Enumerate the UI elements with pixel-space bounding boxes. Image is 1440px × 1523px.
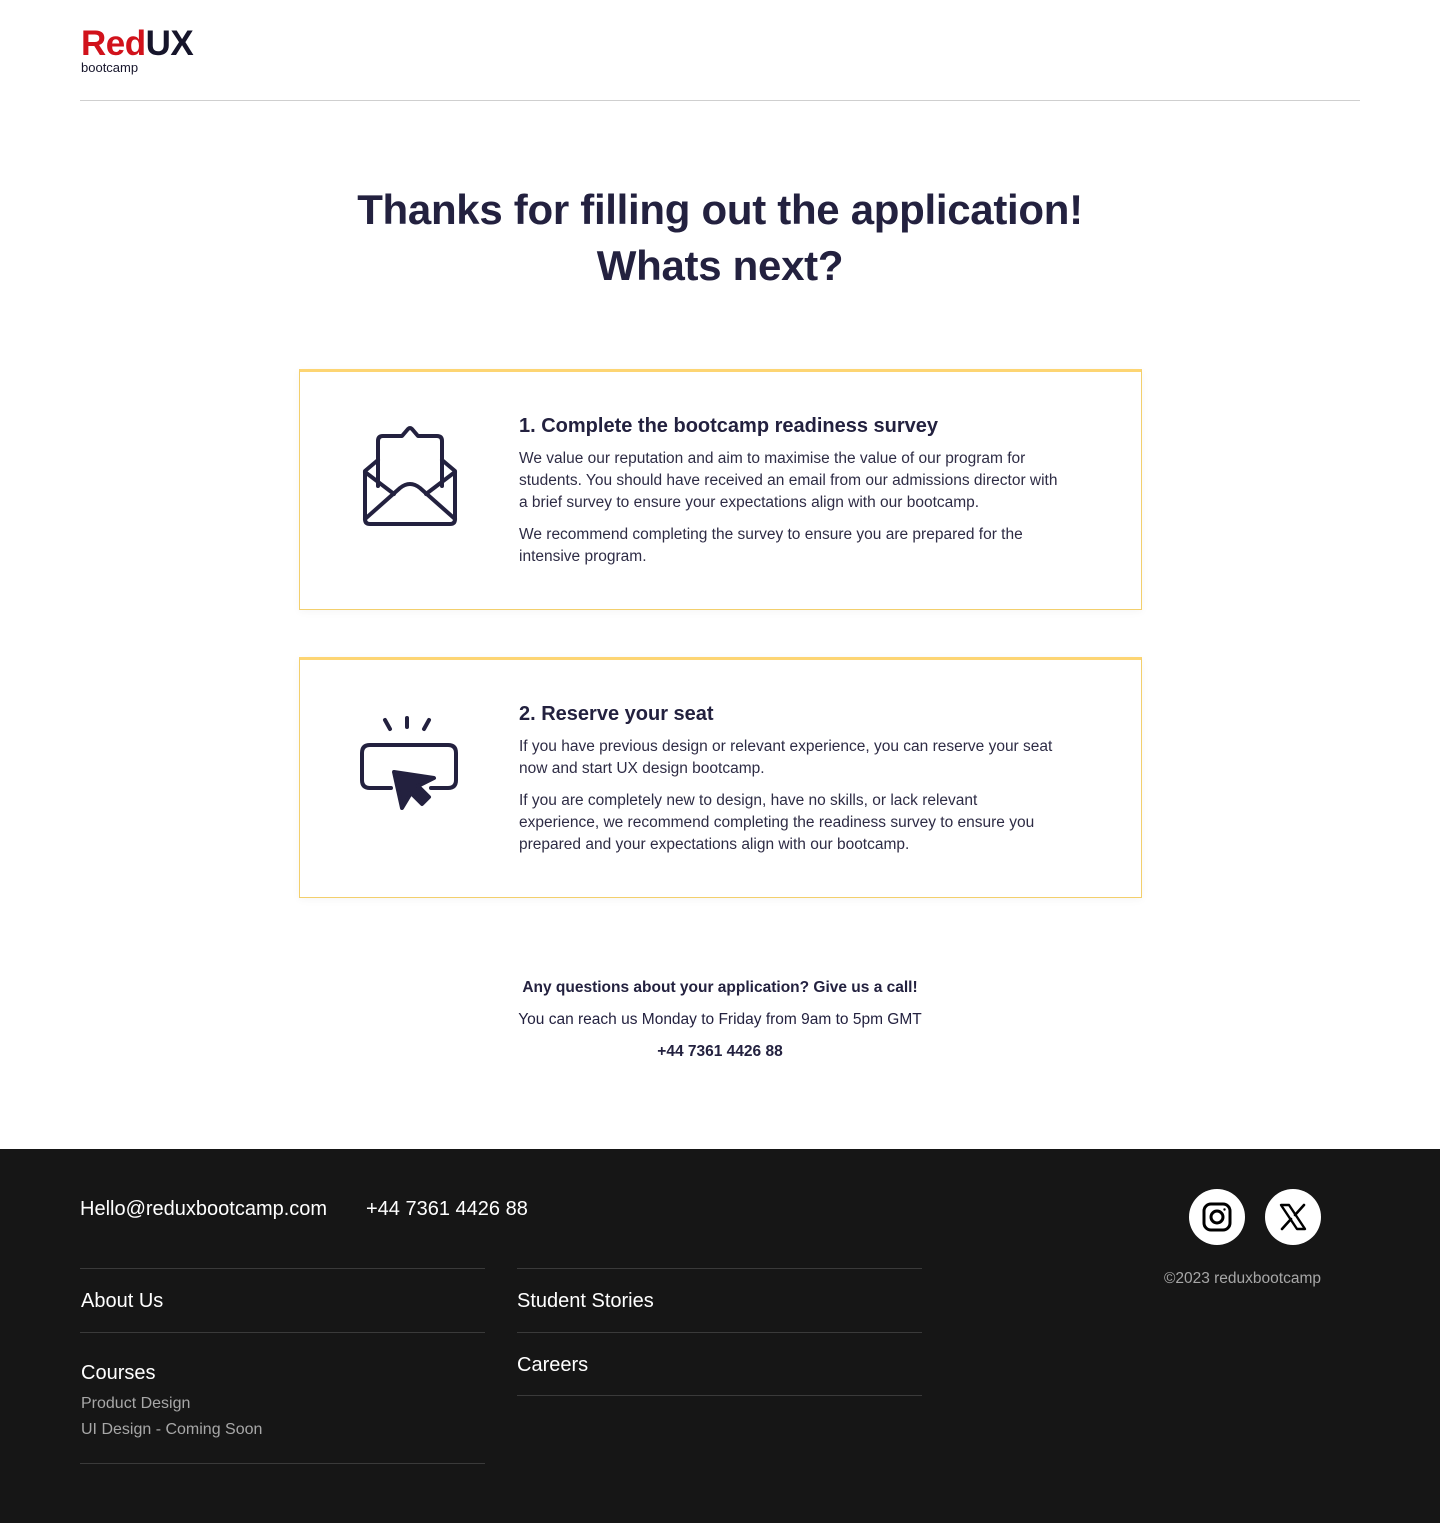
footer-email-link[interactable]: Hello@reduxbootcamp.com bbox=[80, 1195, 327, 1223]
logo-red-text: Red bbox=[81, 24, 146, 63]
footer-link-about[interactable]: About Us bbox=[80, 1268, 485, 1332]
site-header: RedUX bootcamp bbox=[80, 0, 1360, 101]
contact-section: Any questions about your application? Gi… bbox=[0, 976, 1440, 1064]
step-card-body: 1. Complete the bootcamp readiness surve… bbox=[519, 412, 1059, 578]
click-button-icon bbox=[360, 710, 460, 820]
footer-course-list: Product Design UI Design - Coming Soon bbox=[81, 1391, 485, 1443]
step-card-body: 2. Reserve your seat If you have previou… bbox=[519, 700, 1059, 866]
page-title-line-1: Thanks for filling out the application! bbox=[357, 186, 1083, 233]
contact-phone-link[interactable]: +44 7361 4426 88 bbox=[0, 1040, 1440, 1064]
x-icon[interactable] bbox=[1265, 1189, 1321, 1245]
step-title: 2. Reserve your seat bbox=[519, 703, 714, 725]
step-paragraph: If you have previous design or relevant … bbox=[519, 738, 1053, 777]
step-card-survey: 1. Complete the bootcamp readiness surve… bbox=[299, 369, 1142, 610]
footer-link-careers[interactable]: Careers bbox=[517, 1332, 922, 1396]
footer-course-link[interactable]: Product Design bbox=[81, 1391, 485, 1417]
step-paragraph: We recommend completing the survey to en… bbox=[519, 526, 1023, 565]
footer-link-student-stories[interactable]: Student Stories bbox=[517, 1268, 922, 1332]
footer-nav-column-1: About Us Courses Product Design UI Desig… bbox=[80, 1268, 485, 1464]
contact-hours: You can reach us Monday to Friday from 9… bbox=[518, 1011, 922, 1028]
copyright: ©2023 reduxbootcamp bbox=[1163, 1270, 1321, 1287]
footer-nav-column-2: Student Stories Careers bbox=[517, 1268, 922, 1396]
step-title: 1. Complete the bootcamp readiness surve… bbox=[519, 415, 939, 437]
site-footer: Hello@reduxbootcamp.com +44 7361 4426 88… bbox=[0, 1149, 1440, 1523]
contact-question: Any questions about your application? Gi… bbox=[522, 979, 918, 996]
logo[interactable]: RedUX bootcamp bbox=[81, 24, 194, 75]
envelope-open-icon bbox=[360, 422, 460, 532]
instagram-icon[interactable] bbox=[1189, 1189, 1245, 1245]
page-title-line-2: Whats next? bbox=[596, 242, 844, 289]
step-card-reserve: 2. Reserve your seat If you have previou… bbox=[299, 657, 1142, 898]
footer-courses-group: Courses Product Design UI Design - Comin… bbox=[80, 1332, 485, 1464]
logo-dark-text: UX bbox=[145, 24, 194, 63]
step-paragraph: We value our reputation and aim to maxim… bbox=[519, 450, 1058, 511]
footer-course-link[interactable]: UI Design - Coming Soon bbox=[81, 1417, 485, 1443]
step-paragraph: If you are completely new to design, hav… bbox=[519, 792, 1035, 853]
page-title: Thanks for filling out the application! … bbox=[0, 182, 1440, 294]
logo-wordmark: RedUX bbox=[81, 24, 194, 64]
footer-link-courses[interactable]: Courses bbox=[81, 1362, 155, 1384]
footer-phone-link[interactable]: +44 7361 4426 88 bbox=[366, 1195, 528, 1223]
